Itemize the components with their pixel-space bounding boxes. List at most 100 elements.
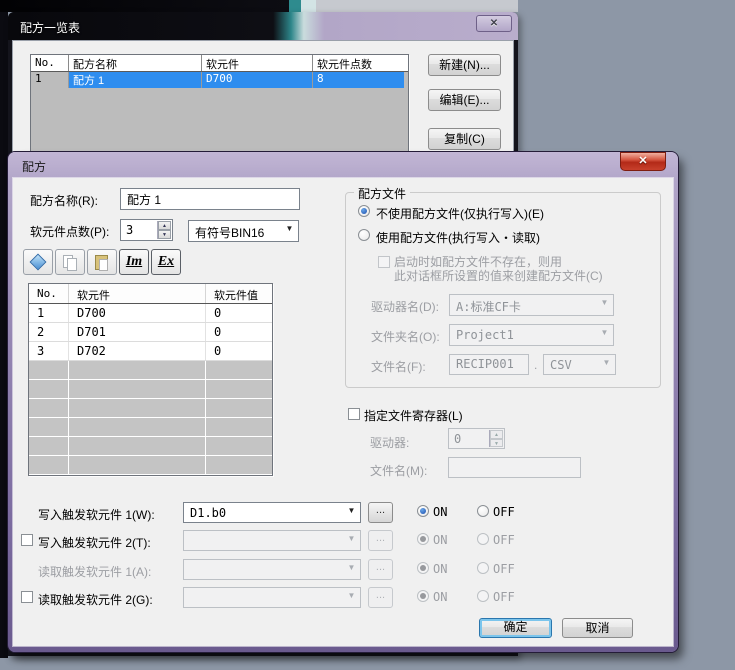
table-row[interactable]: 1 配方 1 D700 8 — [31, 72, 408, 88]
table-row-empty — [29, 456, 272, 475]
clear-button[interactable] — [23, 249, 53, 275]
recipe-list-title: 配方一览表 — [20, 19, 80, 36]
table-row-empty — [29, 361, 272, 380]
write-trigger1-on-radio[interactable] — [417, 505, 429, 517]
copy-icon — [67, 258, 77, 271]
stepper-buttons: ▲ ▼ — [489, 430, 503, 447]
read-trigger2-checkbox[interactable] — [21, 591, 33, 603]
create-file-checkbox[interactable] — [378, 256, 390, 268]
cell-value[interactable]: 0 — [206, 323, 270, 341]
spin-down-icon[interactable]: ▼ — [158, 230, 171, 239]
write-trigger1-off-radio[interactable] — [477, 505, 489, 517]
radio-use-recipe-file[interactable] — [358, 229, 370, 241]
copy-button[interactable]: 复制(C) — [428, 128, 501, 150]
cell-no[interactable]: 2 — [29, 323, 69, 341]
table-row-empty — [29, 437, 272, 456]
column-header-name: 配方名称 — [69, 55, 202, 71]
chevron-down-icon[interactable]: ▼ — [345, 506, 358, 515]
background-left-edge — [0, 12, 8, 658]
write-trigger1-browse-button[interactable]: ... — [368, 502, 393, 523]
file-register-label[interactable]: 指定文件寄存器(L) — [364, 407, 463, 424]
radio-no-recipe-file-label[interactable]: 不使用配方文件(仅执行写入)(E) — [376, 205, 544, 222]
spin-up-icon: ▲ — [490, 430, 503, 439]
cell-value[interactable]: 0 — [206, 342, 270, 360]
write-trigger1-label: 写入触发软元件 1(W): — [38, 506, 155, 523]
read-trigger2-browse-button: ... — [368, 587, 393, 608]
register-drive-label: 驱动器: — [370, 434, 409, 451]
chevron-down-icon: ▼ — [345, 534, 358, 543]
read-trigger2-on-label: ON — [433, 590, 447, 604]
file-name-label: 文件名(F): — [371, 358, 426, 375]
device-points-label: 软元件点数(P): — [30, 223, 109, 240]
read-trigger1-on-radio — [417, 562, 429, 574]
cancel-button[interactable]: 取消 — [562, 618, 633, 638]
chevron-down-icon: ▼ — [600, 358, 613, 367]
file-ext-select: CSV ▼ — [543, 354, 616, 375]
cell-no[interactable]: 3 — [29, 342, 69, 360]
write-trigger2-label[interactable]: 写入触发软元件 2(T): — [38, 534, 151, 551]
table-row[interactable]: 3 D702 0 — [29, 342, 272, 361]
diamond-icon — [30, 254, 47, 271]
write-trigger1-off-label[interactable]: OFF — [493, 505, 515, 519]
column-header-device: 软元件 — [202, 55, 313, 71]
register-file-name-input — [448, 457, 581, 478]
export-button[interactable]: Ex — [151, 249, 181, 275]
recipe-file-group: 配方文件 不使用配方文件(仅执行写入)(E) 使用配方文件(执行写入・读取) 启… — [345, 192, 661, 388]
table-row[interactable]: 1 D700 0 — [29, 304, 272, 323]
close-icon[interactable]: ✕ — [476, 15, 512, 32]
device-points-value: 3 — [126, 223, 133, 237]
paste-tool-button[interactable] — [87, 249, 117, 275]
file-ext-dot: . — [534, 358, 537, 372]
aero-teal-accent — [289, 0, 301, 12]
write-trigger2-off-radio — [477, 533, 489, 545]
data-type-select[interactable]: 有符号BIN16 ▼ — [188, 220, 299, 242]
cell-no[interactable]: 1 — [31, 72, 69, 88]
new-button[interactable]: 新建(N)... — [428, 54, 501, 76]
chevron-down-icon: ▼ — [345, 563, 358, 572]
edit-button[interactable]: 编辑(E)... — [428, 89, 501, 111]
drive-name-label: 驱动器名(D): — [371, 298, 439, 315]
paste-icon — [99, 259, 108, 271]
read-trigger2-select: ▼ — [183, 587, 361, 608]
read-trigger1-select: ▼ — [183, 559, 361, 580]
chevron-down-icon[interactable]: ▼ — [283, 224, 296, 233]
cell-device[interactable]: D700 — [202, 72, 313, 88]
cell-name[interactable]: 配方 1 — [69, 72, 202, 88]
import-button[interactable]: Im — [119, 249, 149, 275]
chevron-down-icon: ▼ — [598, 298, 611, 307]
write-trigger1-value: D1.b0 — [190, 506, 226, 520]
recipe-name-input[interactable]: 配方 1 — [120, 188, 300, 210]
write-trigger1-select[interactable]: D1.b0 ▼ — [183, 502, 361, 523]
create-file-label-line2: 此对话框所设置的值来创建配方文件(C) — [394, 267, 603, 284]
cell-points[interactable]: 8 — [313, 72, 404, 88]
column-header-device: 软元件 — [69, 284, 206, 303]
cell-value[interactable]: 0 — [206, 304, 270, 322]
drive-name-value: A:标准CF卡 — [456, 298, 521, 315]
cell-device[interactable]: D702 — [69, 342, 206, 360]
spin-up-icon[interactable]: ▲ — [158, 221, 171, 230]
cell-device[interactable]: D700 — [69, 304, 206, 322]
recipe-list-titlebar[interactable]: 配方一览表 ✕ — [8, 12, 518, 40]
write-trigger1-on-label[interactable]: ON — [433, 505, 447, 519]
read-trigger2-off-label: OFF — [493, 590, 515, 604]
copy-tool-button[interactable] — [55, 249, 85, 275]
radio-use-recipe-file-label[interactable]: 使用配方文件(执行写入・读取) — [376, 229, 540, 246]
folder-name-value: Project1 — [456, 328, 514, 342]
file-register-checkbox[interactable] — [348, 408, 360, 420]
device-points-stepper[interactable]: 3 ▲ ▼ — [120, 219, 173, 241]
ok-button[interactable]: 确定 — [479, 618, 552, 638]
recipe-file-group-title: 配方文件 — [354, 185, 410, 202]
read-trigger2-label[interactable]: 读取触发软元件 2(G): — [38, 591, 153, 608]
read-trigger1-label: 读取触发软元件 1(A): — [38, 563, 151, 580]
close-icon[interactable]: ✕ — [620, 152, 666, 171]
table-row-empty — [29, 399, 272, 418]
column-header-points: 软元件点数 — [313, 55, 404, 71]
write-trigger2-on-label: ON — [433, 533, 447, 547]
data-type-value: 有符号BIN16 — [195, 224, 264, 241]
cell-device[interactable]: D701 — [69, 323, 206, 341]
cell-no[interactable]: 1 — [29, 304, 69, 322]
radio-no-recipe-file[interactable] — [358, 205, 370, 217]
write-trigger2-checkbox[interactable] — [21, 534, 33, 546]
recipe-name-label: 配方名称(R): — [30, 192, 98, 209]
table-row[interactable]: 2 D701 0 — [29, 323, 272, 342]
